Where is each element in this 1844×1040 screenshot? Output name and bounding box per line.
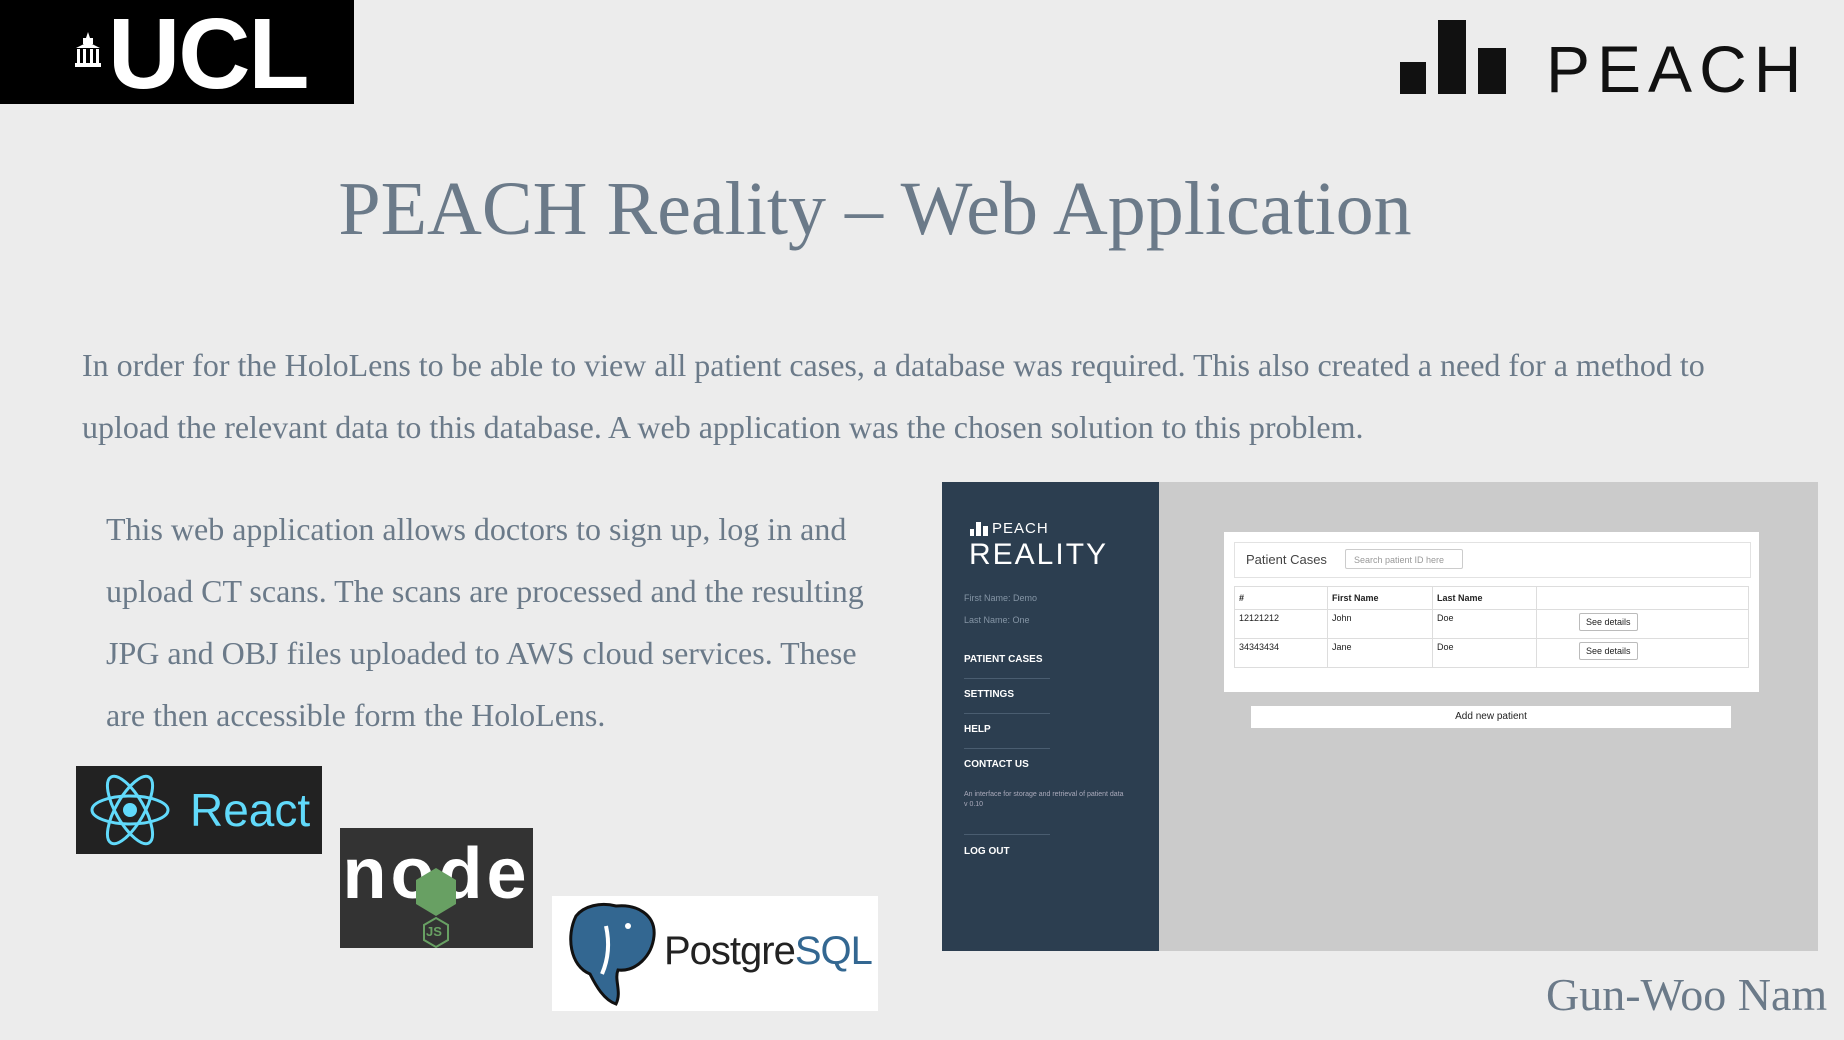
ucl-portico-icon [75,32,101,67]
react-atom-icon [90,774,170,846]
cell-action: See details [1536,638,1749,668]
ucl-logo: UCL [0,0,354,110]
cell-last-name: Doe [1432,609,1537,639]
page-title: PEACH Reality – Web Application [338,167,1412,251]
cell-id: 12121212 [1234,609,1328,639]
description-paragraph: This web application allows doctors to s… [106,511,864,733]
panel-header: Patient Cases Search patient ID here [1234,542,1751,578]
patient-cases-panel: Patient Cases Search patient ID here # F… [1224,532,1759,692]
author-name: Gun-Woo Nam [1546,969,1828,1020]
nodejs-js-text: JS [426,924,442,939]
patient-table: # First Name Last Name 12121212 John Doe… [1234,586,1749,668]
react-logo-text: React [190,784,311,836]
patient-search-input[interactable]: Search patient ID here [1345,549,1463,569]
app-brand-large: REALITY [969,538,1109,571]
cell-first-name: Jane [1327,638,1433,668]
nav-divider [964,678,1050,679]
intro-paragraph: In order for the HoloLens to be able to … [82,347,1705,445]
column-header: # [1234,586,1328,610]
nav-log-out[interactable]: LOG OUT [964,846,1010,857]
cell-action: See details [1536,609,1749,639]
column-header: Last Name [1432,586,1537,610]
cell-id: 34343434 [1234,638,1328,668]
nav-contact-us[interactable]: CONTACT US [964,759,1029,770]
app-sidebar: PEACH REALITY First Name: Demo Last Name… [942,482,1159,951]
column-header: First Name [1327,586,1433,610]
nav-help[interactable]: HELP [964,724,991,735]
ucl-logo-text: UCL [108,0,310,110]
user-last-name: Last Name: One [964,615,1030,625]
user-first-name: First Name: Demo [964,593,1038,603]
nav-settings[interactable]: SETTINGS [964,689,1014,700]
column-header [1536,586,1749,610]
panel-title: Patient Cases [1246,552,1327,567]
postgresql-elephant-icon [569,902,656,1006]
react-logo: React [76,766,322,854]
nav-divider [964,834,1050,835]
nodejs-logo: node JS [340,828,533,948]
table-row: 34343434 Jane Doe See details [1234,638,1749,668]
see-details-button[interactable]: See details [1579,613,1638,631]
app-screenshot: PEACH REALITY First Name: Demo Last Name… [942,482,1818,951]
peach-bars-icon [1400,20,1506,94]
nav-patient-cases[interactable]: PATIENT CASES [964,654,1043,665]
app-about-text: An interface for storage and retrieval o… [964,791,1124,808]
app-brand-small: PEACH [992,520,1049,537]
peach-logo: PEACH [1398,18,1804,106]
cell-last-name: Doe [1432,638,1537,668]
peach-bars-small-icon [970,522,988,536]
nav-divider [964,748,1050,749]
postgresql-logo-text: PostgreSQL [664,929,873,973]
see-details-button[interactable]: See details [1579,642,1638,660]
cell-first-name: John [1327,609,1433,639]
postgresql-logo: PostgreSQL [552,896,878,1011]
table-header-row: # First Name Last Name [1234,586,1749,610]
add-new-patient-button[interactable]: Add new patient [1251,706,1731,728]
peach-logo-text: PEACH [1546,32,1809,106]
table-row: 12121212 John Doe See details [1234,609,1749,639]
nav-divider [964,713,1050,714]
